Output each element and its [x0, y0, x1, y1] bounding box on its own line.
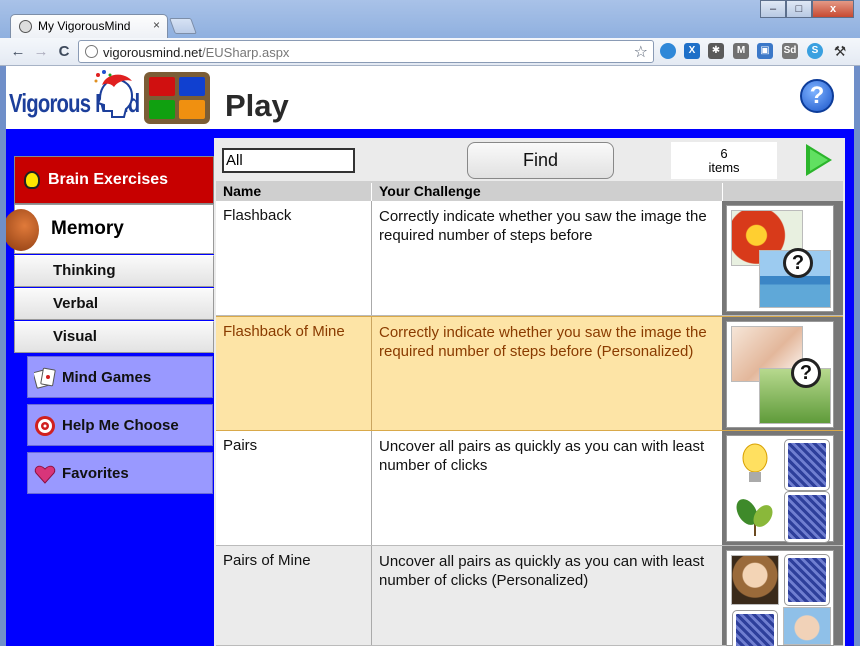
row-description: Uncover all pairs as quickly as you can … [379, 553, 705, 589]
flashback-of-mine-thumbnail: ? [726, 321, 834, 428]
new-tab-button[interactable] [169, 18, 197, 34]
card-back-icon [732, 610, 778, 646]
skype-extension-icon[interactable]: S [807, 43, 823, 59]
heart-icon [34, 465, 56, 484]
sidebar-item-mind-games[interactable]: Mind Games [27, 356, 213, 398]
tab-title: My VigorousMind [38, 19, 131, 33]
filter-input[interactable] [222, 148, 355, 173]
table-row[interactable]: Flashback Correctly indicate whether you… [216, 201, 843, 316]
question-mark-icon: ? [791, 358, 821, 388]
screen-extension-icon[interactable]: ▣ [757, 43, 773, 59]
sidebar-item-favorites[interactable]: Favorites [27, 452, 213, 494]
find-button[interactable]: Find [467, 142, 614, 179]
sidebar-item-label: Favorites [62, 465, 129, 482]
page-icon [85, 45, 98, 58]
card-back-icon [784, 491, 830, 543]
back-button[interactable]: ← [8, 42, 28, 62]
sidebar-item-memory[interactable]: Memory [6, 204, 214, 254]
close-window-button[interactable]: x [812, 0, 854, 18]
lightbulb-icon [24, 171, 40, 189]
memory-icon [6, 209, 39, 251]
help-button[interactable]: ? [800, 79, 834, 113]
url-text: vigorousmind.net/EUSharp.aspx [103, 45, 290, 60]
play-icon-highlight [810, 149, 828, 171]
sidebar-item-label: Memory [51, 218, 124, 239]
item-count: 6 items [671, 142, 777, 179]
flashback-thumbnail: ? [726, 205, 834, 312]
pairs-of-mine-thumbnail [726, 550, 834, 646]
reload-button[interactable]: C [54, 42, 74, 62]
browser-tab[interactable]: My VigorousMind × [10, 14, 168, 38]
row-description: Uncover all pairs as quickly as you can … [379, 438, 705, 474]
category-brain-exercises[interactable]: Brain Exercises [14, 156, 214, 204]
page-title: Play [225, 88, 289, 123]
row-name: Pairs [223, 437, 258, 454]
table-row-selected[interactable]: Flashback of Mine Correctly indicate whe… [216, 316, 843, 431]
tab-close-icon[interactable]: × [153, 18, 160, 32]
tools-extension-icon[interactable]: ✱ [708, 43, 724, 59]
row-name: Pairs of Mine [223, 552, 311, 569]
address-bar[interactable]: vigorousmind.net/EUSharp.aspx ☆ [78, 40, 654, 63]
sd-extension-icon[interactable]: Sd [782, 43, 798, 59]
table-row[interactable]: Pairs of Mine Uncover all pairs as quick… [216, 546, 843, 646]
x-extension-icon[interactable]: X [684, 43, 700, 59]
man-photo-image [783, 607, 831, 645]
mail-extension-icon[interactable]: M [733, 43, 749, 59]
playing-cards-icon [34, 367, 56, 389]
leaf-card-icon [736, 499, 773, 536]
browser-titlebar: My VigorousMind × – □ x [0, 0, 860, 38]
minimize-button[interactable]: – [760, 0, 786, 18]
browser-toolbar: ← → C vigorousmind.net/EUSharp.aspx ☆ X … [0, 38, 860, 66]
page-favicon-icon [19, 20, 32, 33]
row-name: Flashback [223, 207, 292, 224]
wrench-icon[interactable]: ⚒ [832, 43, 848, 59]
forward-button[interactable]: → [31, 42, 51, 62]
chat-extension-icon[interactable] [660, 43, 676, 59]
table-row[interactable]: Pairs Uncover all pairs as quickly as yo… [216, 431, 843, 546]
category-label: Brain Exercises [48, 171, 169, 188]
card-back-icon [784, 554, 830, 606]
row-description: Correctly indicate whether you saw the i… [379, 208, 707, 244]
sidebar-item-help-me-choose[interactable]: Help Me Choose [27, 404, 213, 446]
sidebar-item-verbal[interactable]: Verbal [14, 288, 214, 320]
row-description: Correctly indicate whether you saw the i… [379, 324, 707, 360]
logo-head-icon [94, 70, 133, 118]
window-controls: – □ x [760, 0, 854, 18]
sidebar-item-label: Mind Games [62, 369, 152, 386]
column-header-name: Name [223, 183, 262, 199]
lightbulb-card-icon [742, 443, 768, 482]
pairs-thumbnail [726, 435, 834, 543]
logo-tiles-icon [144, 72, 210, 124]
target-icon [35, 416, 55, 436]
woman-photo-image [731, 555, 779, 605]
sidebar-item-label: Help Me Choose [62, 417, 179, 434]
card-back-icon [784, 439, 830, 491]
item-count-label: items [708, 160, 740, 175]
maximize-button[interactable]: □ [786, 0, 812, 18]
bookmark-star-icon[interactable]: ☆ [634, 42, 648, 62]
column-header-challenge: Your Challenge [379, 183, 481, 199]
exercise-panel: Find 6 items Name Your Challenge Flashba… [214, 138, 845, 646]
question-mark-icon: ? [783, 248, 813, 278]
table-header: Name Your Challenge [216, 181, 843, 203]
item-count-number: 6 [720, 146, 728, 161]
sidebar-item-thinking[interactable]: Thinking [14, 255, 214, 287]
page-content: Vigorous Mind Play ? Brain Exercises Mem… [6, 66, 854, 646]
sidebar-item-visual[interactable]: Visual [14, 321, 214, 353]
row-name: Flashback of Mine [223, 323, 345, 340]
